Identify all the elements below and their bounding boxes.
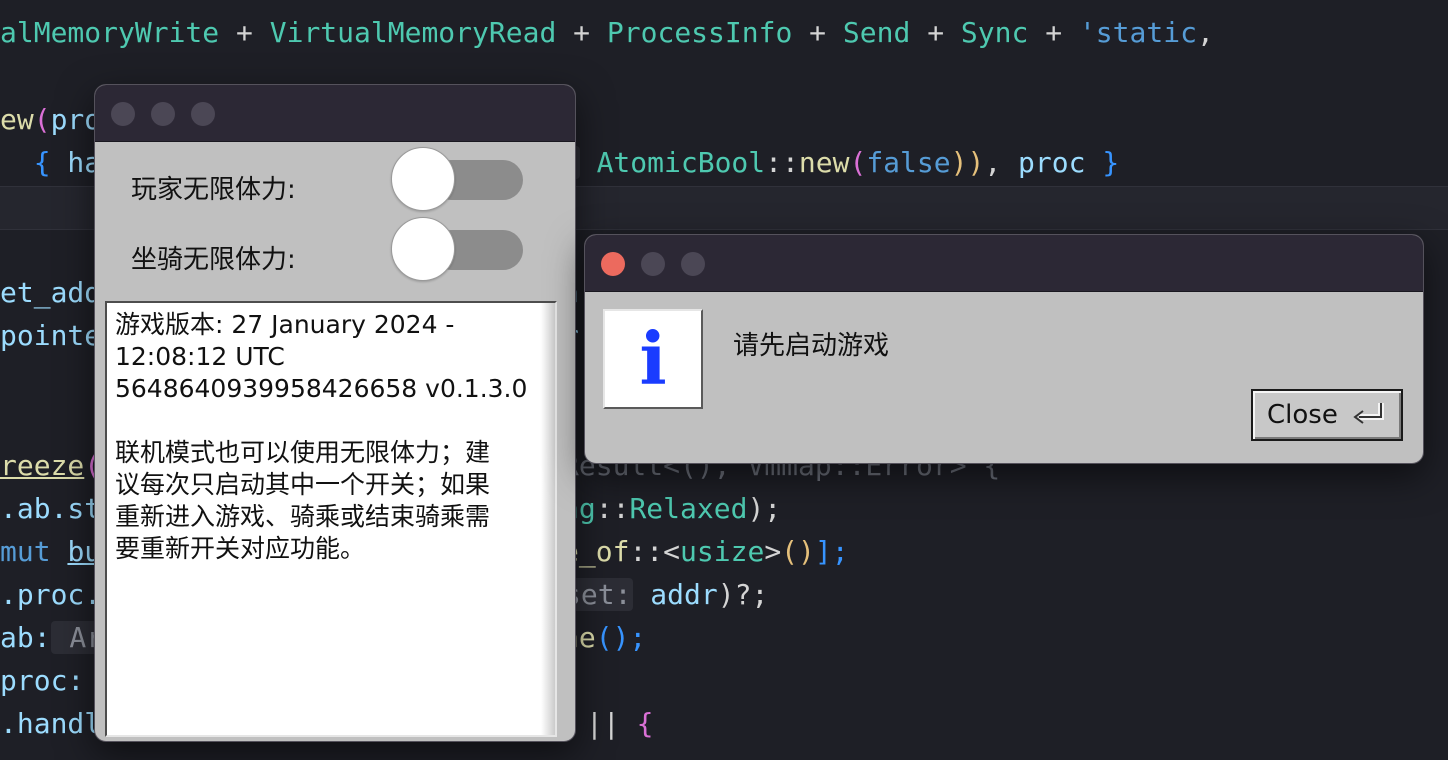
code-line: .handl bbox=[0, 707, 102, 740]
close-window-button[interactable] bbox=[601, 252, 625, 276]
code-line: || { bbox=[586, 707, 654, 740]
main-window: 玩家无限体力: 坐骑无限体力: 游戏版本: 27 January 2024 - … bbox=[94, 84, 576, 742]
tip-line: 重新进入游戏、骑乘或结束骑乘需 bbox=[115, 502, 491, 531]
code-line: e_of::<usize>()]; bbox=[562, 535, 849, 568]
zoom-window-button[interactable] bbox=[681, 252, 705, 276]
dialog-message: 请先启动游戏 bbox=[733, 331, 890, 361]
code-line: reeze( bbox=[0, 449, 102, 482]
code-line: mut bu bbox=[0, 535, 102, 568]
code-line: ng::Relaxed); bbox=[562, 492, 782, 525]
close-button-label: Close bbox=[1267, 400, 1338, 430]
return-key-icon bbox=[1353, 403, 1384, 424]
code-line: et_add bbox=[0, 276, 102, 309]
alert-dialog: i 请先启动游戏 Close bbox=[584, 234, 1424, 464]
code-line: ew(pro bbox=[0, 103, 102, 136]
minimize-window-button[interactable] bbox=[641, 252, 665, 276]
code-line: .proc. bbox=[0, 578, 102, 611]
mount-stamina-toggle[interactable] bbox=[391, 217, 523, 281]
toggle-knob bbox=[391, 147, 455, 211]
tip-line: 议每次只启动其中一个开关；如果 bbox=[115, 470, 491, 499]
code-line: ab: Ar bbox=[0, 621, 106, 654]
zoom-window-button[interactable] bbox=[191, 102, 215, 126]
code-line: proc: bbox=[0, 664, 85, 697]
toggle-knob bbox=[391, 217, 455, 281]
close-button[interactable]: Close bbox=[1251, 389, 1403, 441]
textbox-edge-shade bbox=[541, 303, 555, 735]
player-stamina-label: 玩家无限体力: bbox=[131, 175, 296, 205]
code-line: .ab.st bbox=[0, 492, 102, 525]
dialog-titlebar[interactable] bbox=[585, 235, 1423, 292]
close-window-button[interactable] bbox=[111, 102, 135, 126]
main-window-titlebar[interactable] bbox=[95, 85, 575, 142]
info-icon: i bbox=[603, 309, 703, 409]
code-line: set: addr)?; bbox=[562, 578, 769, 611]
version-line: 游戏版本: 27 January 2024 - bbox=[115, 310, 455, 339]
code-line: pointe bbox=[0, 319, 102, 352]
code-line: a: AtomicBool::new(false)), proc } bbox=[542, 143, 1119, 183]
info-text-display[interactable]: 游戏版本: 27 January 2024 - 12:08:12 UTC 564… bbox=[105, 301, 557, 737]
version-line: 5648640939958426658 v0.1.3.0 bbox=[115, 374, 528, 403]
player-stamina-toggle[interactable] bbox=[391, 147, 523, 211]
tip-line: 联机模式也可以使用无限体力；建 bbox=[115, 438, 491, 467]
info-glyph: i bbox=[639, 316, 667, 401]
tip-line: 要重新开关对应功能。 bbox=[115, 534, 366, 563]
mount-stamina-label: 坐骑无限体力: bbox=[131, 245, 296, 275]
minimize-window-button[interactable] bbox=[151, 102, 175, 126]
code-line: alMemoryWrite + VirtualMemoryRead + Proc… bbox=[0, 16, 1214, 49]
version-line: 12:08:12 UTC bbox=[115, 342, 285, 371]
